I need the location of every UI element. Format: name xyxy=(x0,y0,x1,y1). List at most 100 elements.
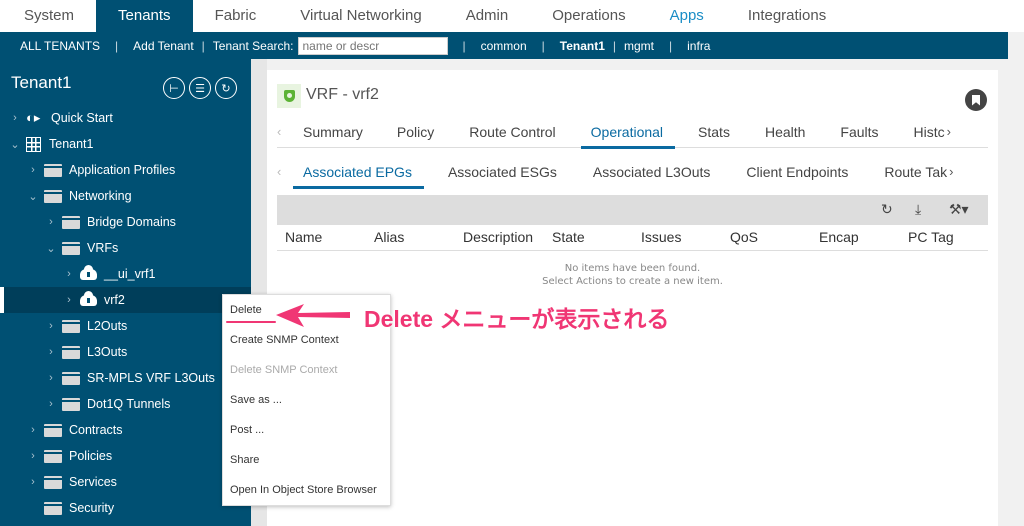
subtab-associated-esgs[interactable]: Associated ESGs xyxy=(448,160,557,188)
menu-item-open-object-store-browser[interactable]: Open In Object Store Browser xyxy=(223,475,390,505)
tree-item-sr-mpls-vrf-l3outs[interactable]: › SR-MPLS VRF L3Outs xyxy=(0,365,251,391)
tenant-link-infra[interactable]: infra xyxy=(687,39,710,53)
tree-item-dot1q-tunnels[interactable]: › Dot1Q Tunnels xyxy=(0,391,251,417)
tree-item-networking[interactable]: ⌄ Networking xyxy=(0,183,251,209)
tab-operations[interactable]: Operations xyxy=(530,0,647,32)
tree-item-vrf2[interactable]: › vrf2 xyxy=(0,287,251,313)
quick-start-icon: ◐▸ xyxy=(26,110,41,125)
subtab-associated-epgs[interactable]: Associated EPGs xyxy=(293,160,424,189)
download-icon[interactable]: ⤓ xyxy=(915,201,921,218)
column-header-pc-tag[interactable]: PC Tag xyxy=(908,229,954,245)
chevron-right-icon[interactable]: › xyxy=(44,320,58,332)
menu-item-share[interactable]: Share xyxy=(223,445,390,475)
chevron-left-icon[interactable]: ‹ xyxy=(277,120,303,147)
tab-virtual-networking[interactable]: Virtual Networking xyxy=(278,0,443,32)
refresh-icon[interactable]: ↻ xyxy=(881,201,893,218)
all-tenants-link[interactable]: ALL TENANTS xyxy=(20,39,100,53)
chevron-right-icon[interactable]: › xyxy=(44,398,58,410)
column-header-qos[interactable]: QoS xyxy=(730,229,758,245)
tab-stats[interactable]: Stats xyxy=(698,120,730,148)
tree-item-security[interactable]: Security xyxy=(0,495,251,521)
chevron-right-icon[interactable]: › xyxy=(62,268,76,280)
vrf-cloud-icon xyxy=(80,290,97,306)
folder-icon xyxy=(44,475,62,489)
tab-apps[interactable]: Apps xyxy=(648,0,726,32)
folder-icon xyxy=(44,449,62,463)
chevron-right-icon[interactable]: › xyxy=(26,450,40,462)
tab-integrations[interactable]: Integrations xyxy=(726,0,848,32)
add-tenant-icon[interactable]: ⊢ xyxy=(163,77,185,99)
tree-item-l2outs[interactable]: › L2Outs xyxy=(0,313,251,339)
tab-admin[interactable]: Admin xyxy=(444,0,531,32)
tab-summary[interactable]: Summary xyxy=(303,120,363,148)
page-title: VRF - vrf2 xyxy=(306,86,379,103)
tree-item-contracts[interactable]: › Contracts xyxy=(0,417,251,443)
bookmark-icon[interactable] xyxy=(965,89,987,111)
column-header-state[interactable]: State xyxy=(552,229,585,245)
tenant-link-common[interactable]: common xyxy=(481,39,527,53)
chevron-right-icon[interactable]: › xyxy=(26,424,40,436)
subtab-associated-l3outs[interactable]: Associated L3Outs xyxy=(593,160,711,188)
tree-item-application-profiles[interactable]: › Application Profiles xyxy=(0,157,251,183)
subtab-route-table[interactable]: Route Tak xyxy=(884,160,947,188)
tree-item-label: Contracts xyxy=(69,423,123,437)
tree-item-label: Policies xyxy=(69,449,113,463)
chevron-right-icon[interactable]: › xyxy=(947,160,973,188)
tree-item-label: Networking xyxy=(69,189,132,203)
separator: | xyxy=(541,38,545,53)
column-header-description[interactable]: Description xyxy=(463,229,533,245)
tree-item-label: vrf2 xyxy=(104,293,125,307)
tree-item-l3outs[interactable]: › L3Outs xyxy=(0,339,251,365)
tab-tenants[interactable]: Tenants xyxy=(96,0,193,32)
folder-icon xyxy=(62,345,80,359)
tree-item-policies[interactable]: › Policies xyxy=(0,443,251,469)
tab-health[interactable]: Health xyxy=(765,120,805,148)
tab-operational[interactable]: Operational xyxy=(580,120,676,149)
menu-item-save-as[interactable]: Save as ... xyxy=(223,385,390,415)
menu-item-post[interactable]: Post ... xyxy=(223,415,390,445)
tenant-search-input[interactable] xyxy=(297,36,448,55)
chevron-right-icon[interactable]: › xyxy=(44,372,58,384)
tree-item-services[interactable]: › Services xyxy=(0,469,251,495)
chevron-left-icon[interactable]: ‹ xyxy=(277,160,303,188)
tree-item-bridge-domains[interactable]: › Bridge Domains xyxy=(0,209,251,235)
column-header-encap[interactable]: Encap xyxy=(819,229,859,245)
tab-system[interactable]: System xyxy=(0,0,96,32)
tenant-link-tenant1[interactable]: Tenant1 xyxy=(560,39,605,53)
chevron-right-icon[interactable]: › xyxy=(44,346,58,358)
tree-item-vrfs[interactable]: ⌄ VRFs xyxy=(0,235,251,261)
tree-item-tenant1[interactable]: ⌄ Tenant1 xyxy=(0,131,251,157)
column-header-issues[interactable]: Issues xyxy=(641,229,681,245)
chevron-right-icon[interactable]: › xyxy=(26,476,40,488)
chevron-down-icon[interactable]: ⌄ xyxy=(26,190,40,203)
column-header-alias[interactable]: Alias xyxy=(374,229,404,245)
folder-icon xyxy=(62,319,80,333)
tree-item-quick-start[interactable]: › ◐▸ Quick Start xyxy=(0,105,251,131)
refresh-icon[interactable]: ↻ xyxy=(215,77,237,99)
object-tabs: ‹ Summary Policy Route Control Operation… xyxy=(277,120,988,149)
chevron-down-icon[interactable]: ⌄ xyxy=(8,138,22,151)
actions-tools-icon[interactable]: ⚒▾ xyxy=(949,201,969,218)
chevron-right-icon[interactable]: › xyxy=(62,294,76,306)
tab-history[interactable]: Histc xyxy=(914,120,945,148)
subtab-client-endpoints[interactable]: Client Endpoints xyxy=(746,160,848,188)
vrf-health-icon xyxy=(277,84,301,108)
empty-message: No items have been found. xyxy=(564,263,701,274)
tab-policy[interactable]: Policy xyxy=(397,120,434,148)
tree-item-label: Security xyxy=(69,501,115,515)
chevron-down-icon[interactable]: ⌄ xyxy=(44,242,58,255)
tab-faults[interactable]: Faults xyxy=(840,120,878,148)
tree-item-ui-vrf1[interactable]: › __ui_vrf1 xyxy=(0,261,251,287)
tree-item-label: Application Profiles xyxy=(69,163,176,177)
chevron-right-icon[interactable]: › xyxy=(26,164,40,176)
add-tenant-link[interactable]: Add Tenant xyxy=(133,39,194,53)
tab-route-control[interactable]: Route Control xyxy=(469,120,555,148)
chevron-right-icon[interactable]: › xyxy=(44,216,58,228)
tenant-link-mgmt[interactable]: mgmt xyxy=(624,39,654,53)
tab-fabric[interactable]: Fabric xyxy=(193,0,279,32)
chevron-right-icon[interactable]: › xyxy=(945,120,971,147)
filter-icon[interactable]: ☰ xyxy=(189,77,211,99)
vrf-cloud-icon xyxy=(80,264,97,280)
column-header-name[interactable]: Name xyxy=(285,229,322,245)
chevron-right-icon[interactable]: › xyxy=(8,112,22,124)
